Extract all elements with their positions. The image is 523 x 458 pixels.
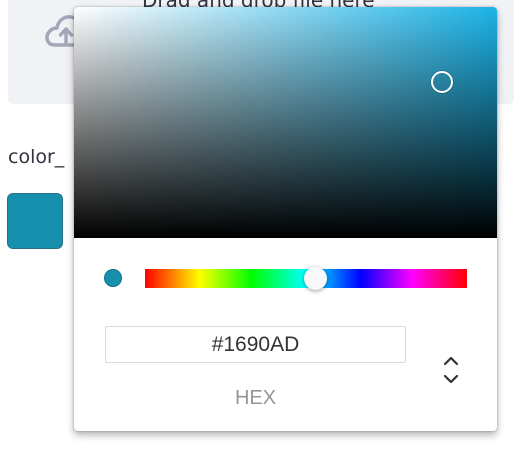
saturation-pointer[interactable]	[431, 71, 453, 93]
chevron-up-down-icon	[443, 356, 459, 384]
color-swatch-button[interactable]	[7, 193, 63, 249]
color-picker-popover: HEX	[74, 7, 497, 431]
hex-input[interactable]	[105, 326, 406, 363]
saturation-black-gradient	[74, 7, 497, 238]
format-toggle-button[interactable]	[439, 353, 463, 387]
color-picker-label: color_	[8, 146, 65, 168]
saturation-area[interactable]	[74, 7, 497, 238]
hue-slider-thumb[interactable]	[304, 267, 328, 290]
current-color-preview	[104, 269, 122, 287]
hex-format-label: HEX	[234, 387, 277, 409]
